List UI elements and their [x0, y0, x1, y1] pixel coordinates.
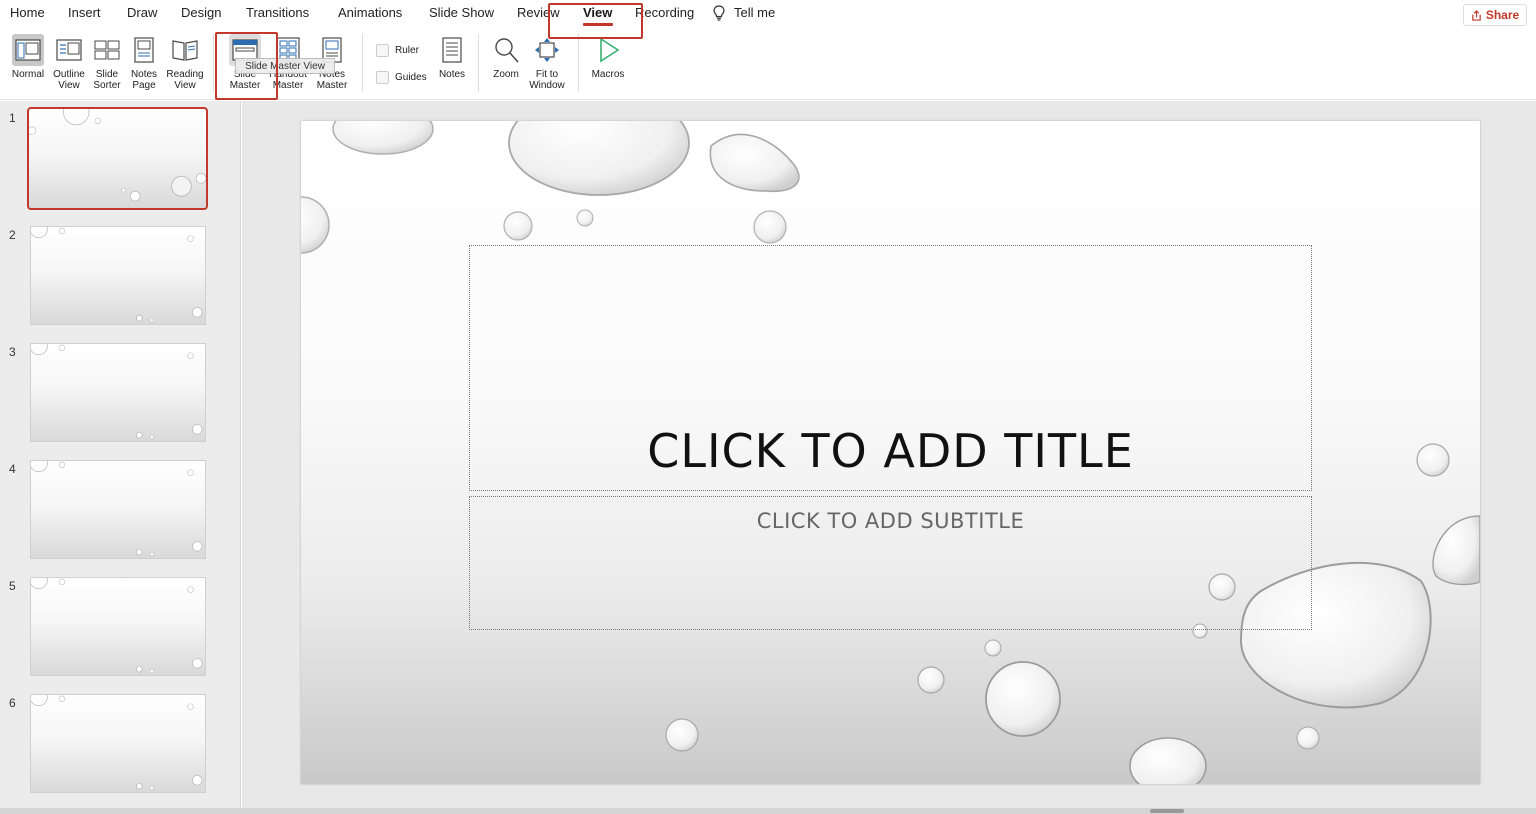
slide-subtitle: CLICK TO ADD SUBTITLE [756, 509, 1025, 533]
slide-thumbnail[interactable] [30, 577, 206, 676]
reading-view-button[interactable]: Reading View [164, 34, 206, 91]
notes-page-icon [128, 34, 160, 66]
tell-me-search[interactable]: Tell me [734, 5, 775, 20]
ruler-checkbox-row[interactable]: Ruler [376, 44, 419, 57]
tab-design[interactable]: Design [181, 5, 221, 20]
normal-view-button[interactable]: Normal [8, 34, 48, 80]
water-drops-thumbnail [31, 344, 203, 440]
ribbon-tab-bar: Home Insert Draw Design Transitions Anim… [0, 0, 1536, 28]
notes-page-button[interactable]: Notes Page [126, 34, 162, 91]
fit-window-label-1: Fit to [535, 69, 559, 80]
notes-label: Notes [438, 69, 466, 80]
ribbon-divider [578, 34, 579, 92]
view-ribbon: Normal Outline View Slide Sorter Notes P… [0, 28, 1536, 100]
outline-label-2: View [58, 80, 80, 91]
fit-to-window-button[interactable]: Fit to Window [526, 34, 568, 91]
lightbulb-icon [713, 5, 725, 21]
fit-window-label-2: Window [529, 80, 565, 91]
slide-sorter-button[interactable]: Slide Sorter [89, 34, 125, 91]
tab-view[interactable]: View [583, 5, 612, 20]
tab-slide-show[interactable]: Slide Show [429, 5, 494, 20]
guides-checkbox-row[interactable]: Guides [376, 71, 427, 84]
slide-master-label-2: Master [229, 80, 261, 91]
sorter-label-2: Sorter [93, 80, 121, 91]
sorter-label-1: Slide [95, 69, 119, 80]
normal-view-icon [12, 34, 44, 66]
ribbon-divider [362, 34, 363, 92]
zoom-button[interactable]: Zoom [488, 34, 524, 80]
water-drops-thumbnail [31, 461, 203, 557]
guides-checkbox[interactable] [376, 71, 389, 84]
slide-master-tooltip: Slide Master View [235, 58, 335, 74]
tab-review[interactable]: Review [517, 5, 560, 20]
fit-window-icon [531, 34, 563, 66]
share-button[interactable]: Share [1463, 4, 1527, 26]
subtitle-placeholder[interactable]: CLICK TO ADD SUBTITLE [469, 496, 1312, 630]
outline-view-button[interactable]: Outline View [49, 34, 89, 91]
macros-label: Macros [591, 69, 625, 80]
outline-label-1: Outline [53, 69, 85, 80]
title-placeholder[interactable]: CLICK TO ADD TITLE [469, 245, 1312, 491]
handout-master-label-2: Master [272, 80, 304, 91]
notes-button[interactable]: Notes [434, 34, 470, 80]
thumbnail-number: 4 [9, 462, 16, 476]
current-slide[interactable]: CLICK TO ADD TITLE CLICK TO ADD SUBTITLE [301, 121, 1480, 784]
slide-thumbnail-selected[interactable] [27, 107, 208, 210]
macros-button[interactable]: Macros [588, 34, 628, 80]
zoom-label: Zoom [493, 69, 519, 80]
ruler-label: Ruler [395, 45, 419, 56]
play-icon [592, 34, 624, 66]
tab-home[interactable]: Home [10, 5, 45, 20]
notes-icon [436, 34, 468, 66]
ruler-checkbox[interactable] [376, 44, 389, 57]
horizontal-scrollbar-thumb[interactable] [1150, 809, 1184, 813]
ribbon-divider [213, 34, 214, 92]
slide-thumbnail[interactable] [30, 343, 206, 442]
share-label: Share [1485, 8, 1520, 22]
slide-sorter-icon [91, 34, 123, 66]
notes-master-label-2: Master [316, 80, 348, 91]
outline-view-icon [53, 34, 85, 66]
slide-thumbnail-panel[interactable]: 1 2 3 4 5 6 [0, 101, 241, 814]
reading-label-1: Reading [166, 69, 204, 80]
tab-recording[interactable]: Recording [635, 5, 694, 20]
slide-thumbnail[interactable] [30, 226, 206, 325]
slide-title: CLICK TO ADD TITLE [647, 424, 1134, 478]
thumbnail-number: 5 [9, 579, 16, 593]
water-drops-thumbnail [31, 227, 203, 323]
zoom-icon [490, 34, 522, 66]
tab-insert[interactable]: Insert [68, 5, 101, 20]
slide-thumbnail[interactable] [30, 460, 206, 559]
tab-transitions[interactable]: Transitions [246, 5, 309, 20]
ribbon-divider [478, 34, 479, 92]
notes-page-label-1: Notes [130, 69, 158, 80]
thumbnail-number: 3 [9, 345, 16, 359]
reading-label-2: View [174, 80, 196, 91]
normal-label: Normal [11, 69, 45, 80]
slide-editing-canvas[interactable]: CLICK TO ADD TITLE CLICK TO ADD SUBTITLE [242, 101, 1536, 814]
thumbnail-number: 1 [9, 111, 16, 125]
water-drops-thumbnail [29, 109, 206, 202]
share-icon [1472, 9, 1481, 21]
notes-page-label-2: Page [132, 80, 156, 91]
tab-animations[interactable]: Animations [338, 5, 402, 20]
water-drops-thumbnail [31, 578, 203, 674]
thumbnail-number: 6 [9, 696, 16, 710]
reading-view-icon [169, 34, 201, 66]
tab-draw[interactable]: Draw [127, 5, 157, 20]
horizontal-scrollbar-track[interactable] [0, 808, 1536, 814]
water-drops-thumbnail [31, 695, 203, 791]
thumbnail-number: 2 [9, 228, 16, 242]
active-tab-indicator [583, 23, 613, 26]
guides-label: Guides [395, 72, 427, 83]
slide-thumbnail[interactable] [30, 694, 206, 793]
